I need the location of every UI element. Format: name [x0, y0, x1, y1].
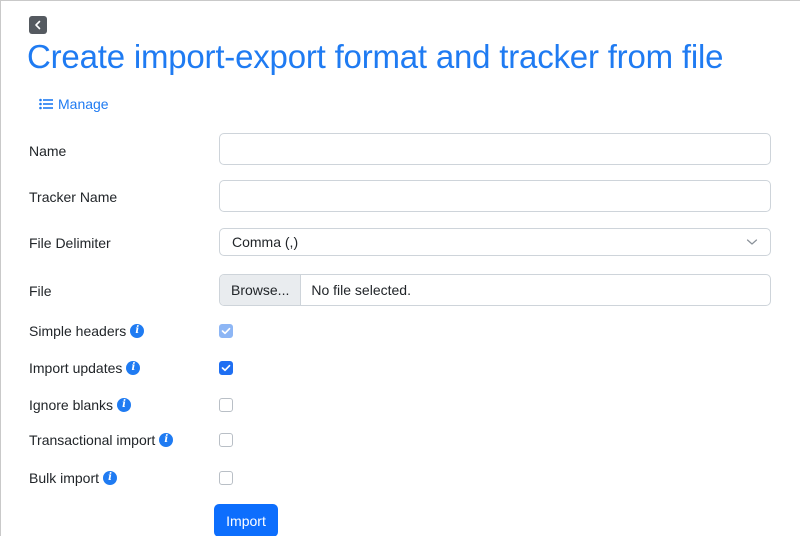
file-label: File — [29, 283, 52, 299]
tracker-name-input[interactable] — [219, 180, 771, 212]
page-title: Create import-export format and tracker … — [27, 38, 724, 75]
bulk-import-checkbox[interactable] — [219, 471, 233, 485]
bulk-import-label: Bulk import i — [29, 470, 118, 486]
check-icon — [221, 327, 231, 335]
info-icon[interactable]: i — [126, 361, 141, 375]
ignore-blanks-label: Ignore blanks i — [29, 397, 132, 413]
info-icon[interactable]: i — [103, 471, 118, 485]
import-updates-label: Import updates i — [29, 360, 141, 376]
transactional-import-label: Transactional import i — [29, 432, 174, 448]
tracker-name-label: Tracker Name — [29, 189, 118, 205]
import-updates-checkbox[interactable] — [219, 361, 233, 375]
simple-headers-text: Simple headers — [29, 323, 127, 339]
manage-link[interactable]: Manage — [39, 96, 109, 112]
ignore-blanks-checkbox[interactable] — [219, 398, 233, 412]
file-delimiter-value: Comma (,) — [232, 234, 299, 250]
file-input[interactable]: Browse... No file selected. — [219, 274, 771, 306]
transactional-import-text: Transactional import — [29, 432, 156, 448]
page: Create import-export format and tracker … — [0, 0, 800, 536]
name-input[interactable] — [219, 133, 771, 165]
file-delimiter-select[interactable]: Comma (,) — [219, 228, 771, 256]
simple-headers-checkbox — [219, 324, 233, 338]
name-label: Name — [29, 143, 67, 159]
info-icon[interactable]: i — [117, 398, 132, 412]
check-icon — [221, 364, 231, 372]
import-button[interactable]: Import — [214, 504, 278, 536]
transactional-import-checkbox[interactable] — [219, 433, 233, 447]
chevron-left-icon — [35, 20, 41, 30]
info-icon[interactable]: i — [130, 324, 145, 338]
ignore-blanks-text: Ignore blanks — [29, 397, 114, 413]
list-icon — [39, 98, 53, 110]
back-button[interactable] — [29, 16, 47, 34]
browse-button[interactable]: Browse... — [220, 275, 302, 305]
import-updates-text: Import updates — [29, 360, 123, 376]
file-delimiter-label: File Delimiter — [29, 235, 111, 251]
info-icon[interactable]: i — [159, 433, 174, 447]
simple-headers-label: Simple headers i — [29, 323, 145, 339]
chevron-down-icon — [746, 239, 758, 245]
bulk-import-text: Bulk import — [29, 470, 100, 486]
manage-link-label: Manage — [58, 96, 109, 112]
file-status: No file selected. — [311, 282, 411, 298]
